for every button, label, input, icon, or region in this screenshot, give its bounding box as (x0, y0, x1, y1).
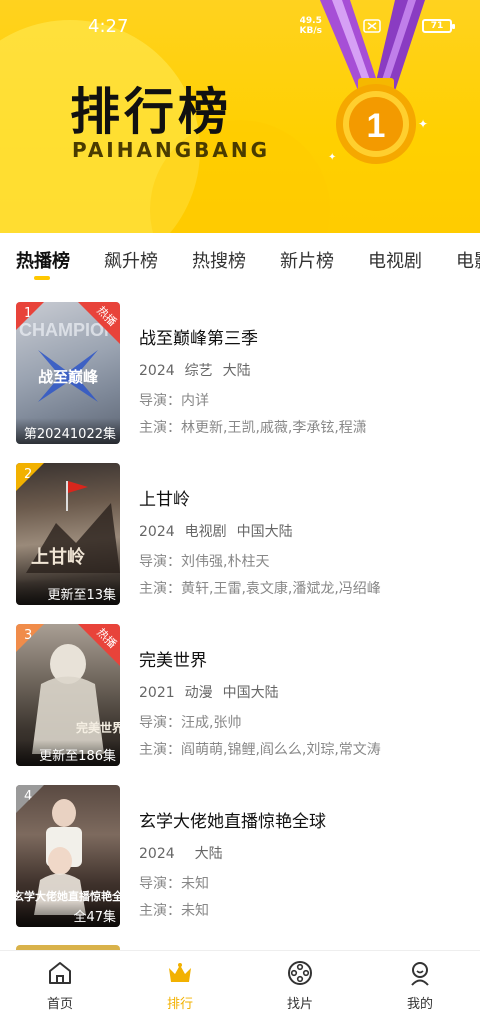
episode-label: 更新至186集 (16, 740, 120, 766)
svg-text:✦: ✦ (418, 117, 428, 131)
film-reel-icon (288, 961, 312, 985)
item-genre: 综艺 (184, 363, 213, 379)
nav-find-label: 找片 (286, 997, 313, 1012)
episode-label: 更新至13集 (16, 579, 120, 605)
nav-profile[interactable]: 我的 (380, 959, 460, 1012)
tab-movie[interactable]: 电影 (456, 247, 480, 273)
item-director: 导演：汪成,张帅 (139, 715, 242, 731)
item-region: 大陆 (194, 846, 223, 862)
status-time: 4:27 (88, 16, 129, 37)
item-director: 导演：未知 (139, 876, 209, 892)
item-region: 中国大陆 (222, 685, 279, 701)
item-title[interactable]: 完美世界 (139, 646, 207, 671)
item-year: 2021 (139, 685, 175, 701)
poster-title: 完美世界 (76, 720, 120, 735)
tab-tv-series[interactable]: 电视剧 (368, 247, 422, 273)
nav-find[interactable]: 找片 (260, 959, 340, 1012)
nav-home[interactable]: 首页 (20, 959, 100, 1012)
medal-icon: 1 ✦ ✦ (320, 0, 428, 164)
page-title: 排行榜 (70, 83, 232, 141)
list-item[interactable]: 玄学大佬她直播惊艳全 4 全47集 玄学大佬她直播惊艳全球 2024 大陆 导演：… (0, 785, 480, 930)
list-item[interactable]: 上甘岭 2 更新至13集 上甘岭 2024 电视剧 中国大陆 导演：刘伟强,朴柱天 … (0, 463, 480, 608)
list-item[interactable]: 完美世界 3 热播 更新至186集 完美世界 2021 动漫 中国大陆 导演：汪成,… (0, 624, 480, 769)
page-subtitle: PAIHANGBANG (72, 138, 270, 162)
item-title[interactable]: 玄学大佬她直播惊艳全球 (139, 807, 326, 832)
nav-ranking-label: 排行 (166, 997, 193, 1012)
tab-new-release[interactable]: 新片榜 (280, 247, 334, 273)
nav-ranking[interactable]: 排行 (140, 959, 220, 1012)
poster-title: 战至巅峰 (38, 368, 99, 386)
item-meta: 2021 动漫 中国大陆 (139, 682, 289, 702)
item-cast: 主演：未知 (139, 903, 209, 919)
crown-icon (169, 963, 191, 982)
item-cast: 主演：林更新,王凯,戚薇,李承铉,程潇 (139, 420, 367, 436)
tab-rising[interactable]: 飙升榜 (104, 247, 158, 273)
item-year: 2024 (139, 524, 175, 540)
poster-image[interactable]: 完美世界 3 热播 更新至186集 (16, 624, 120, 766)
item-director: 导演：内详 (139, 393, 209, 409)
poster-image[interactable]: 上甘岭 2 更新至13集 (16, 463, 120, 605)
active-tab-indicator (34, 276, 50, 280)
item-year: 2024 (139, 846, 175, 862)
tab-hot-search[interactable]: 热搜榜 (192, 247, 246, 273)
profile-icon (411, 962, 429, 986)
list-item[interactable]: CHAMPION 战至巅峰 1 热播 第20241022集 战至巅峰第三季 20… (0, 302, 480, 447)
episode-label: 全47集 (16, 901, 120, 927)
nav-profile-label: 我的 (406, 997, 433, 1012)
item-meta: 2024 大陆 (139, 843, 233, 863)
item-genre: 动漫 (184, 685, 213, 701)
nav-home-label: 首页 (46, 997, 73, 1012)
medal-number: 1 (367, 107, 386, 145)
item-cast: 主演：黄轩,王雷,袁文康,潘斌龙,冯绍峰 (139, 581, 381, 597)
item-cast: 主演：阎萌萌,锦鲤,阎么么,刘琮,常文涛 (139, 742, 381, 758)
item-meta: 2024 综艺 大陆 (139, 360, 261, 380)
item-title[interactable]: 上甘岭 (139, 485, 190, 510)
item-title[interactable]: 战至巅峰第三季 (139, 324, 258, 349)
bottom-navigation: 首页 排行 找片 我的 (0, 950, 480, 1023)
svg-text:✦: ✦ (328, 152, 336, 163)
tab-hot-play[interactable]: 热播榜 (16, 247, 70, 273)
item-region: 中国大陆 (236, 524, 293, 540)
item-meta: 2024 电视剧 中国大陆 (139, 521, 303, 541)
item-director: 导演：刘伟强,朴柱天 (139, 554, 270, 570)
item-region: 大陆 (222, 363, 251, 379)
category-tabs: 热播榜 飙升榜 热搜榜 新片榜 电视剧 电影 (0, 233, 480, 289)
header-banner: 4:27 49.5 KB/s 71 排行榜 PAIHANGBANG 1 ✦ ✦ (0, 0, 480, 233)
poster-image[interactable]: 玄学大佬她直播惊艳全 4 全47集 (16, 785, 120, 927)
episode-label: 第20241022集 (16, 418, 120, 444)
poster-title: 上甘岭 (31, 546, 85, 568)
item-year: 2024 (139, 363, 175, 379)
home-icon (49, 962, 71, 984)
poster-image[interactable]: CHAMPION 战至巅峰 1 热播 第20241022集 (16, 302, 120, 444)
item-genre: 电视剧 (184, 524, 227, 540)
